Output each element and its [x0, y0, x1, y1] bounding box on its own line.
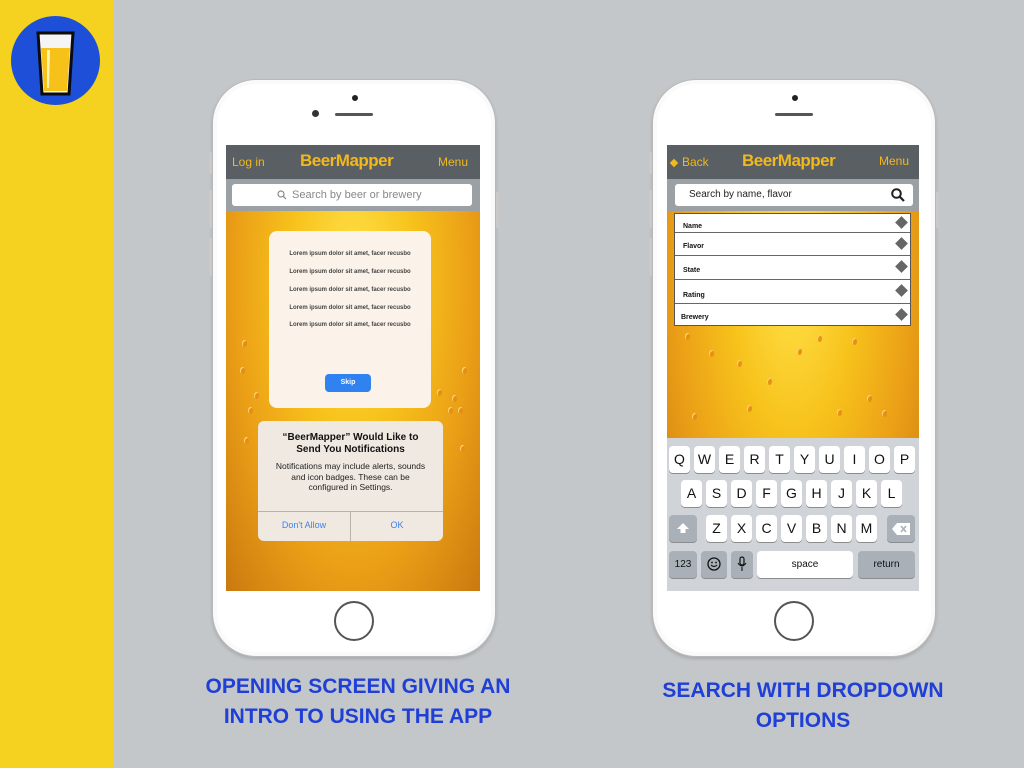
microphone-icon [737, 556, 747, 571]
space-key[interactable]: space [757, 551, 853, 578]
key-x[interactable]: X [731, 515, 752, 542]
key-h[interactable]: H [806, 480, 827, 507]
search-input[interactable]: Search by name, flavor [675, 184, 913, 206]
key-m[interactable]: M [856, 515, 877, 542]
numbers-key[interactable]: 123 [669, 551, 697, 578]
key-o[interactable]: O [869, 446, 890, 473]
left-caption-line: INTRO TO USING THE APP [223, 705, 493, 728]
intro-line: Lorem ipsum dolor sit amet, facer recusb… [289, 251, 411, 257]
key-b[interactable]: B [806, 515, 827, 542]
search-icon [891, 188, 905, 202]
home-button[interactable] [334, 601, 374, 641]
left-caption-line: OPENING SCREEN GIVING AN [205, 675, 511, 698]
shift-arrow-icon [677, 523, 689, 533]
diamond-icon [895, 237, 908, 250]
key-g[interactable]: G [781, 480, 802, 507]
microphone-key[interactable] [731, 551, 753, 578]
keyboard: Q W E R T Y U I O P A S D F G H J K L Z … [667, 438, 919, 591]
brand-title: BeerMapper [742, 151, 836, 170]
return-key[interactable]: return [858, 551, 915, 578]
notification-alert: “BeerMapper” Would Like to Send You Noti… [258, 421, 443, 541]
ok-button[interactable]: OK [351, 520, 443, 530]
diamond-icon [895, 308, 908, 321]
home-button[interactable] [774, 601, 814, 641]
alert-message: Notifications may include alerts, sounds… [275, 461, 426, 492]
key-j[interactable]: J [831, 480, 852, 507]
beer-glass-icon [11, 16, 100, 105]
search-input[interactable]: Search by beer or brewery [232, 184, 472, 206]
dropdown-option-brewery[interactable]: Brewery [675, 304, 910, 326]
key-r[interactable]: R [744, 446, 765, 473]
emoji-key[interactable] [701, 551, 727, 578]
key-u[interactable]: U [819, 446, 840, 473]
key-q[interactable]: Q [669, 446, 690, 473]
search-dropdown: Name Flavor State Rating Brewery [674, 213, 911, 326]
key-l[interactable]: L [881, 480, 902, 507]
right-caption-line: SEARCH WITH DROPDOWN [662, 679, 944, 702]
menu-link[interactable]: Menu [879, 154, 909, 168]
left-caption: OPENING SCREEN GIVING AN INTRO TO USING … [140, 672, 576, 732]
back-link[interactable]: Back [669, 155, 709, 169]
dont-allow-button[interactable]: Don't Allow [258, 520, 350, 530]
key-f[interactable]: F [756, 480, 777, 507]
alert-title: “BeerMapper” Would Like to Send You Noti… [282, 432, 419, 455]
key-k[interactable]: K [856, 480, 877, 507]
key-c[interactable]: C [756, 515, 777, 542]
search-bar-container: Search by beer or brewery [226, 179, 480, 211]
diamond-icon [895, 260, 908, 273]
key-y[interactable]: Y [794, 446, 815, 473]
key-a[interactable]: A [681, 480, 702, 507]
key-v[interactable]: V [781, 515, 802, 542]
key-e[interactable]: E [719, 446, 740, 473]
intro-card: Lorem ipsum dolor sit amet, facer recusb… [269, 231, 431, 408]
menu-link[interactable]: Menu [438, 155, 468, 169]
right-caption-line: OPTIONS [755, 709, 851, 732]
diamond-icon [895, 284, 908, 297]
search-icon [277, 190, 287, 200]
diamond-icon [895, 216, 908, 229]
key-s[interactable]: S [706, 480, 727, 507]
search-placeholder: Search by beer or brewery [292, 189, 422, 201]
dropdown-option-name[interactable]: Name [675, 214, 910, 233]
key-p[interactable]: P [894, 446, 915, 473]
dropdown-option-rating[interactable]: Rating [675, 280, 910, 304]
nav-bar: Back BeerMapper Menu [667, 145, 919, 179]
right-screen: Back BeerMapper Menu Search by name, fla… [667, 145, 919, 591]
intro-line: Lorem ipsum dolor sit amet, facer recusb… [289, 322, 411, 328]
emoji-icon [707, 557, 721, 571]
brand-title: BeerMapper [300, 151, 394, 170]
search-bar-container: Search by name, flavor [667, 179, 919, 211]
shift-key[interactable] [669, 515, 697, 542]
backspace-key[interactable] [887, 515, 915, 542]
search-placeholder: Search by name, flavor [689, 189, 792, 200]
dropdown-option-flavor[interactable]: Flavor [675, 233, 910, 256]
back-diamond-icon [669, 158, 679, 168]
backspace-icon [892, 523, 910, 535]
intro-line: Lorem ipsum dolor sit amet, facer recusb… [289, 269, 411, 275]
nav-bar: Log in BeerMapper Menu [226, 145, 480, 179]
skip-button[interactable]: Skip [325, 374, 371, 392]
key-z[interactable]: Z [706, 515, 727, 542]
key-i[interactable]: I [844, 446, 865, 473]
key-n[interactable]: N [831, 515, 852, 542]
right-caption: SEARCH WITH DROPDOWN OPTIONS [610, 676, 996, 736]
key-w[interactable]: W [694, 446, 715, 473]
side-strip [0, 0, 113, 768]
key-t[interactable]: T [769, 446, 790, 473]
dropdown-option-state[interactable]: State [675, 256, 910, 280]
intro-line: Lorem ipsum dolor sit amet, facer recusb… [289, 305, 411, 311]
left-screen: Log in BeerMapper Menu Search by beer or… [226, 145, 480, 591]
intro-line: Lorem ipsum dolor sit amet, facer recusb… [289, 287, 411, 293]
login-link[interactable]: Log in [232, 155, 265, 169]
key-d[interactable]: D [731, 480, 752, 507]
